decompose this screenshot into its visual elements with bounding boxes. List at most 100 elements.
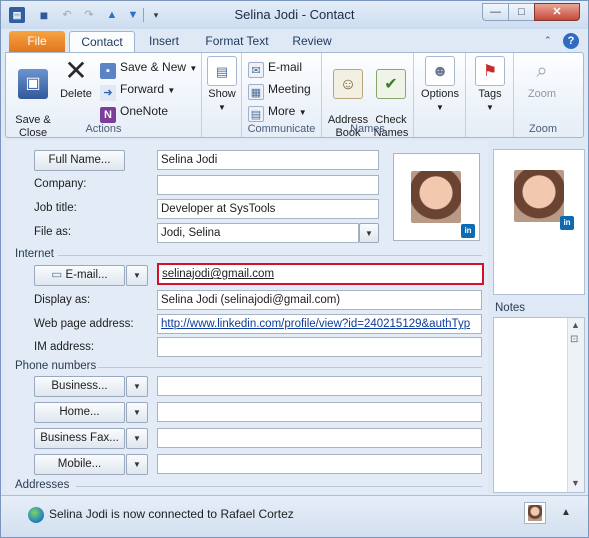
web-page-field[interactable]: http://www.linkedin.com/profile/view?id=… [157, 314, 482, 334]
group-label-names: Names [350, 123, 385, 135]
tags-button[interactable]: ⚑ Tags ▼ [472, 56, 508, 114]
onenote-label: OneNote [120, 104, 169, 118]
business-fax-field[interactable] [157, 428, 482, 448]
job-title-field[interactable]: Developer at SysTools [157, 199, 379, 219]
business-fax-button[interactable]: Business Fax... [34, 428, 125, 449]
save-new-label: Save & New [120, 60, 187, 74]
business-card-preview[interactable]: in [493, 149, 585, 295]
phone-section-label: Phone numbers [15, 360, 97, 372]
contact-form: Full Name... Selina Jodi Company: Job ti… [6, 141, 488, 494]
status-avatar[interactable] [524, 502, 546, 524]
web-page-link[interactable]: http://www.linkedin.com/profile/view?id=… [161, 318, 470, 330]
business-fax-dropdown-icon[interactable]: ▼ [126, 428, 148, 449]
im-address-field[interactable] [157, 337, 482, 357]
email-value: selinajodi@gmail.com [162, 268, 275, 280]
save-new-icon: ▪ [100, 63, 116, 79]
home-phone-dropdown-icon[interactable]: ▼ [126, 402, 148, 423]
options-label: Options [421, 88, 459, 100]
phone-divider [98, 367, 482, 368]
zoom-button[interactable]: ⌕ Zoom [522, 56, 562, 101]
card-linkedin-icon: in [560, 216, 574, 230]
web-page-label: Web page address: [34, 318, 134, 330]
help-icon[interactable]: ? [563, 33, 579, 49]
zoom-button-label: Zoom [527, 88, 557, 100]
delete-icon: ✕ [64, 55, 88, 86]
status-avatar-photo [528, 505, 542, 521]
forward-button[interactable]: ➜ Forward ▼ [100, 79, 176, 101]
onenote-button[interactable]: N OneNote [100, 101, 169, 123]
maximize-button[interactable]: □ [508, 3, 535, 21]
delete-label: Delete [60, 88, 92, 100]
tab-contact[interactable]: Contact [69, 31, 135, 53]
business-phone-button[interactable]: Business... [34, 376, 125, 397]
internet-divider [58, 255, 482, 256]
group-names: ☺ Address Book ✔ Check Names Names [322, 53, 414, 139]
contact-photo [411, 171, 461, 223]
tab-format-text[interactable]: Format Text [197, 31, 277, 53]
options-icon: ☻ [425, 56, 455, 86]
minimize-button[interactable]: — [482, 3, 509, 21]
group-actions: ▣ Save & Close ✕ Delete ▪ Save & New ▼ ➜ F… [6, 53, 202, 139]
close-button[interactable]: ✕ [534, 3, 580, 21]
save-new-dropdown-icon: ▼ [189, 64, 198, 73]
tab-review[interactable]: Review [286, 31, 338, 53]
onenote-icon: N [100, 107, 116, 123]
group-options: ☻ Options ▼ [414, 53, 466, 137]
email-field[interactable]: selinajodi@gmail.com [157, 263, 484, 285]
flag-icon: ⚑ [475, 56, 505, 86]
delete-button[interactable]: ✕ Delete [56, 56, 96, 101]
card-contact-photo [514, 170, 564, 222]
expand-people-pane-icon[interactable]: ▲ [561, 507, 571, 518]
notes-scroll-down-icon[interactable]: ▼ [571, 478, 580, 488]
contact-photo-frame[interactable]: in [393, 153, 480, 241]
addresses-divider [76, 486, 482, 487]
show-button[interactable]: ▤ Show ▼ [206, 56, 238, 114]
email-button[interactable]: ✉ E-mail [248, 57, 303, 78]
forward-icon: ➜ [100, 85, 116, 101]
file-as-field[interactable]: Jodi, Selina [157, 223, 359, 243]
full-name-button[interactable]: Full Name... [34, 150, 125, 171]
ribbon: ▣ Save & Close ✕ Delete ▪ Save & New ▼ ➜ F… [5, 52, 584, 139]
mobile-phone-dropdown-icon[interactable]: ▼ [126, 454, 148, 475]
home-phone-field[interactable] [157, 402, 482, 422]
meeting-button[interactable]: ▦ Meeting [248, 79, 311, 100]
globe-icon [28, 507, 44, 523]
email-label: E-mail [268, 60, 303, 74]
email-dropdown-icon[interactable]: ▼ [126, 265, 148, 286]
full-name-field[interactable]: Selina Jodi [157, 150, 379, 170]
mobile-phone-field[interactable] [157, 454, 482, 474]
meeting-icon: ▦ [248, 84, 264, 100]
more-label: More [268, 104, 296, 118]
save-new-button[interactable]: ▪ Save & New ▼ [100, 57, 198, 79]
notes-scroll-mark-icon: ⊡ [570, 334, 579, 345]
notes-scroll-up-icon[interactable]: ▲ [571, 320, 580, 330]
meeting-label: Meeting [268, 82, 311, 96]
save-close-icon: ▣ [18, 69, 48, 99]
home-phone-button[interactable]: Home... [34, 402, 125, 423]
notes-scrollbar[interactable]: ▲ ⊡ ▼ [567, 318, 584, 492]
business-phone-field[interactable] [157, 376, 482, 396]
mobile-phone-button[interactable]: Mobile... [34, 454, 125, 475]
linkedin-icon: in [461, 224, 475, 238]
email-icon: ✉ [248, 62, 264, 78]
ribbon-tabs: File Contact Insert Format Text Review ⌃… [1, 29, 588, 53]
collapse-ribbon-icon[interactable]: ⌃ [544, 35, 556, 46]
more-button[interactable]: ▤ More ▼ [248, 101, 307, 122]
options-button[interactable]: ☻ Options ▼ [420, 56, 460, 114]
tags-label: Tags [478, 88, 502, 100]
email-button-field[interactable]: ▭ E-mail... [34, 265, 125, 286]
file-as-dropdown-icon[interactable]: ▼ [359, 223, 379, 243]
company-field[interactable] [157, 175, 379, 195]
notes-field[interactable]: ▲ ⊡ ▼ [493, 317, 585, 493]
display-as-field[interactable]: Selina Jodi (selinajodi@gmail.com) [157, 290, 482, 310]
email-button-label: E-mail... [65, 269, 108, 281]
file-as-label: File as: [34, 226, 72, 238]
tab-insert[interactable]: Insert [141, 31, 187, 53]
group-label-communicate: Communicate [247, 123, 316, 135]
more-icon: ▤ [248, 106, 264, 122]
tab-file[interactable]: File [9, 31, 65, 53]
title-bar: ▤ ■ ↶ ↷ ▲ ▼ ▾ Selina Jodi - Contact — □ … [1, 1, 588, 29]
group-zoom: ⌕ Zoom Zoom [514, 53, 572, 137]
business-phone-dropdown-icon[interactable]: ▼ [126, 376, 148, 397]
forward-dropdown-icon: ▼ [167, 86, 176, 95]
